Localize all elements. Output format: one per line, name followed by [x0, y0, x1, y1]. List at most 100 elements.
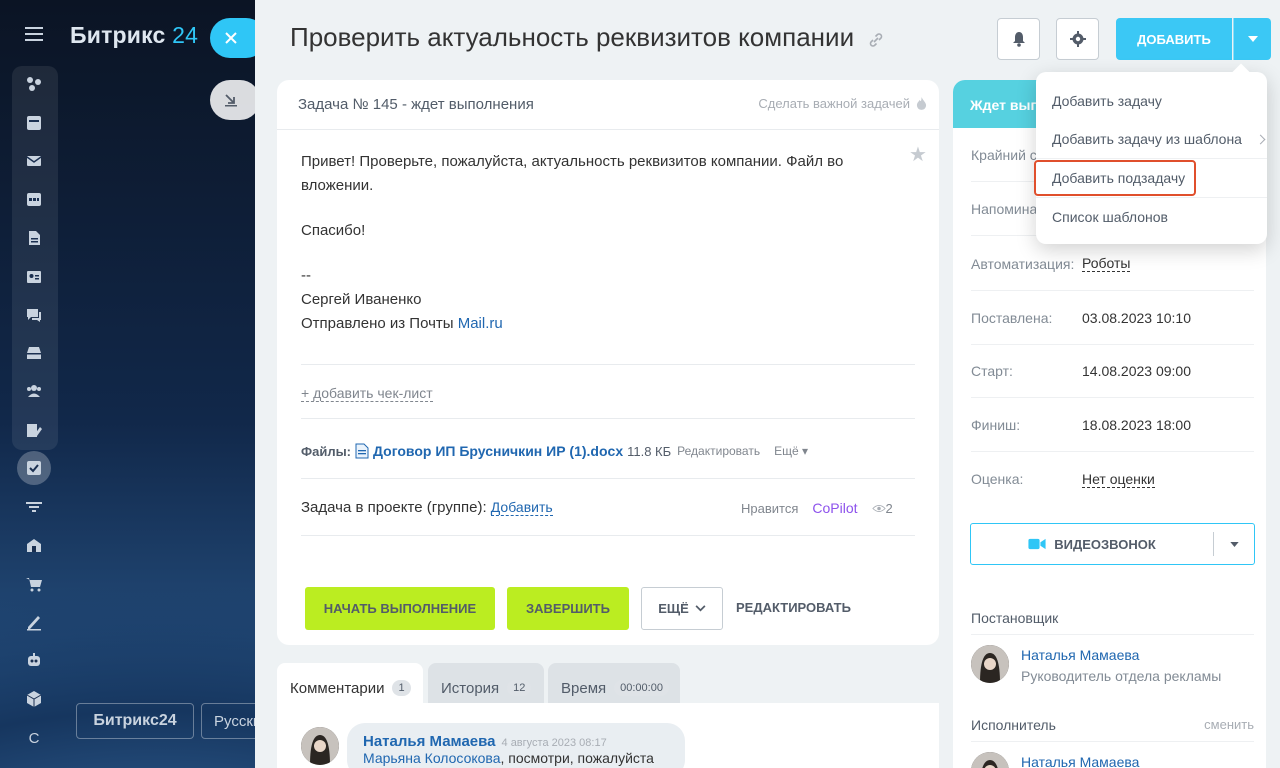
menu-separator: [1036, 197, 1267, 198]
make-important-label: Сделать важной задачей: [758, 96, 910, 111]
tab-label: Комментарии: [290, 679, 385, 697]
video-call-main[interactable]: ВИДЕОЗВОНОК: [971, 532, 1214, 556]
video-call-label: ВИДЕОЗВОНОК: [1054, 536, 1156, 552]
task-card: Задача № 145 - ждет выполнения Сделать в…: [277, 80, 939, 645]
creator-section-title: Постановщик: [971, 610, 1254, 635]
file-more-link[interactable]: Ещё ▾: [774, 444, 808, 458]
video-call-button[interactable]: ВИДЕОЗВОНОК: [970, 523, 1255, 565]
comment-mention[interactable]: Марьяна Колосокова: [363, 750, 501, 766]
bell-icon: [1012, 32, 1025, 47]
comment-date: 4 августа 2023 08:17: [501, 737, 607, 749]
comment-bubble: Наталья Мамаева 4 августа 2023 08:17 Марь…: [347, 723, 685, 768]
calendar-grid-icon[interactable]: [22, 112, 46, 134]
docx-file-icon: [355, 443, 369, 459]
file-edit-link[interactable]: Редактировать: [677, 444, 760, 458]
copilot-link[interactable]: CoPilot: [812, 500, 857, 516]
add-button[interactable]: ДОБАВИТЬ: [1116, 18, 1232, 60]
divider: [301, 535, 915, 536]
inbox-icon[interactable]: [22, 342, 46, 364]
desc-sent-from: Отправлено из Почты: [301, 315, 458, 332]
menu-burger-icon[interactable]: [25, 27, 43, 41]
start-task-button[interactable]: НАЧАТЬ ВЫПОЛНЕНИЕ: [305, 587, 495, 630]
highlight-frame: [1034, 160, 1196, 196]
footer-language[interactable]: Русский: [201, 703, 261, 739]
close-icon: [225, 32, 237, 44]
favorite-star-icon[interactable]: ★: [909, 142, 927, 167]
finish-row: Финиш: 18.08.2023 18:00: [971, 398, 1254, 452]
portal-logo[interactable]: Битрикс 24: [70, 22, 198, 49]
more-label: ЕЩЁ: [658, 601, 689, 616]
created-label: Поставлена:: [971, 309, 1053, 326]
contact-card-icon[interactable]: [22, 266, 46, 288]
file-more-label: Ещё: [774, 444, 799, 458]
file-size: 11.8 КБ: [627, 443, 672, 459]
project-add-link[interactable]: Добавить: [490, 499, 553, 516]
desc-line: Сергей Иваненко: [301, 291, 422, 308]
chevron-down-icon: [1229, 541, 1239, 547]
filter-icon[interactable]: [22, 496, 46, 518]
task-description: Привет! Проверьте, пожалуйста, актуально…: [301, 150, 881, 336]
logo-number: 24: [172, 22, 199, 48]
desc-signature: Отправлено из Почты Mail.ru: [301, 312, 881, 336]
link-icon[interactable]: [867, 31, 885, 49]
desc-line: Спасибо!: [301, 222, 366, 239]
file-link[interactable]: Договор ИП Брусничкин ИР (1).docx: [373, 443, 623, 459]
robot-icon[interactable]: [22, 649, 46, 671]
nav-letter[interactable]: C: [22, 727, 46, 749]
assignee-name[interactable]: Наталья Мамаева: [1021, 754, 1139, 768]
creator-name[interactable]: Наталья Мамаева: [1021, 647, 1139, 663]
edit-task-button[interactable]: РЕДАКТИРОВАТЬ: [736, 600, 851, 615]
sign-icon[interactable]: [22, 611, 46, 633]
chat-icon[interactable]: [22, 304, 46, 326]
more-button[interactable]: ЕЩЁ: [641, 587, 723, 630]
start-value: 14.08.2023 09:00: [1082, 362, 1191, 379]
add-checklist-link[interactable]: + добавить чек-лист: [301, 385, 433, 402]
complete-task-button[interactable]: ЗАВЕРШИТЬ: [507, 587, 629, 630]
creator-title: Постановщик: [971, 610, 1059, 626]
views-counter: 2: [871, 501, 893, 516]
video-call-menu[interactable]: [1214, 541, 1254, 547]
collapse-slider-button[interactable]: [210, 80, 260, 120]
avatar[interactable]: [301, 727, 339, 765]
comment-text: , посмотри, пожалуйста: [500, 750, 654, 766]
footer-logo[interactable]: Битрикс24: [76, 703, 194, 739]
building-icon[interactable]: [22, 534, 46, 556]
calendar-icon[interactable]: [22, 188, 46, 210]
menu-item-template-list[interactable]: Список шаблонов: [1052, 209, 1168, 225]
notifications-button[interactable]: [997, 18, 1040, 60]
menu-item-add-from-template[interactable]: Добавить задачу из шаблона: [1052, 131, 1242, 147]
edit-list-icon[interactable]: [22, 419, 46, 441]
mail-icon[interactable]: [22, 150, 46, 172]
files-label: Файлы:: [301, 443, 352, 459]
minimize-icon: [225, 94, 237, 107]
project-label: Задача в проекте (группе):: [301, 499, 487, 516]
add-dropdown-menu: Добавить задачу Добавить задачу из шабло…: [1036, 72, 1267, 244]
make-important-link[interactable]: Сделать важной задачей: [758, 96, 927, 111]
project-row: Задача в проекте (группе): Добавить: [301, 499, 553, 516]
cart-icon[interactable]: [22, 573, 46, 595]
start-row: Старт: 14.08.2023 09:00: [971, 344, 1254, 398]
box-icon[interactable]: [22, 688, 46, 710]
start-label: Старт:: [971, 362, 1013, 379]
settings-button[interactable]: [1056, 18, 1099, 60]
tab-count: 00:00:00: [614, 680, 669, 696]
avatar[interactable]: [971, 752, 1009, 768]
assignee-change-link[interactable]: сменить: [1204, 717, 1254, 732]
assignee-title: Исполнитель: [971, 717, 1056, 733]
document-icon[interactable]: [22, 227, 46, 249]
mailru-link[interactable]: Mail.ru: [458, 315, 503, 332]
automation-link[interactable]: Роботы: [1082, 255, 1131, 272]
divider: [301, 364, 915, 365]
comment-author[interactable]: Наталья Мамаева: [363, 733, 496, 750]
assignee-section-title: Исполнитель сменить: [971, 717, 1254, 742]
tasks-icon[interactable]: [17, 451, 51, 485]
group-icon[interactable]: [22, 380, 46, 402]
eye-icon: [871, 504, 886, 512]
menu-item-add-task[interactable]: Добавить задачу: [1052, 93, 1162, 109]
like-link[interactable]: Нравится: [741, 501, 798, 516]
avatar[interactable]: [971, 645, 1009, 683]
rating-link[interactable]: Нет оценки: [1082, 471, 1155, 488]
automation-row: Автоматизация: Роботы: [971, 237, 1254, 291]
widgets-icon[interactable]: [22, 73, 46, 95]
add-menu-toggle[interactable]: [1233, 18, 1271, 60]
